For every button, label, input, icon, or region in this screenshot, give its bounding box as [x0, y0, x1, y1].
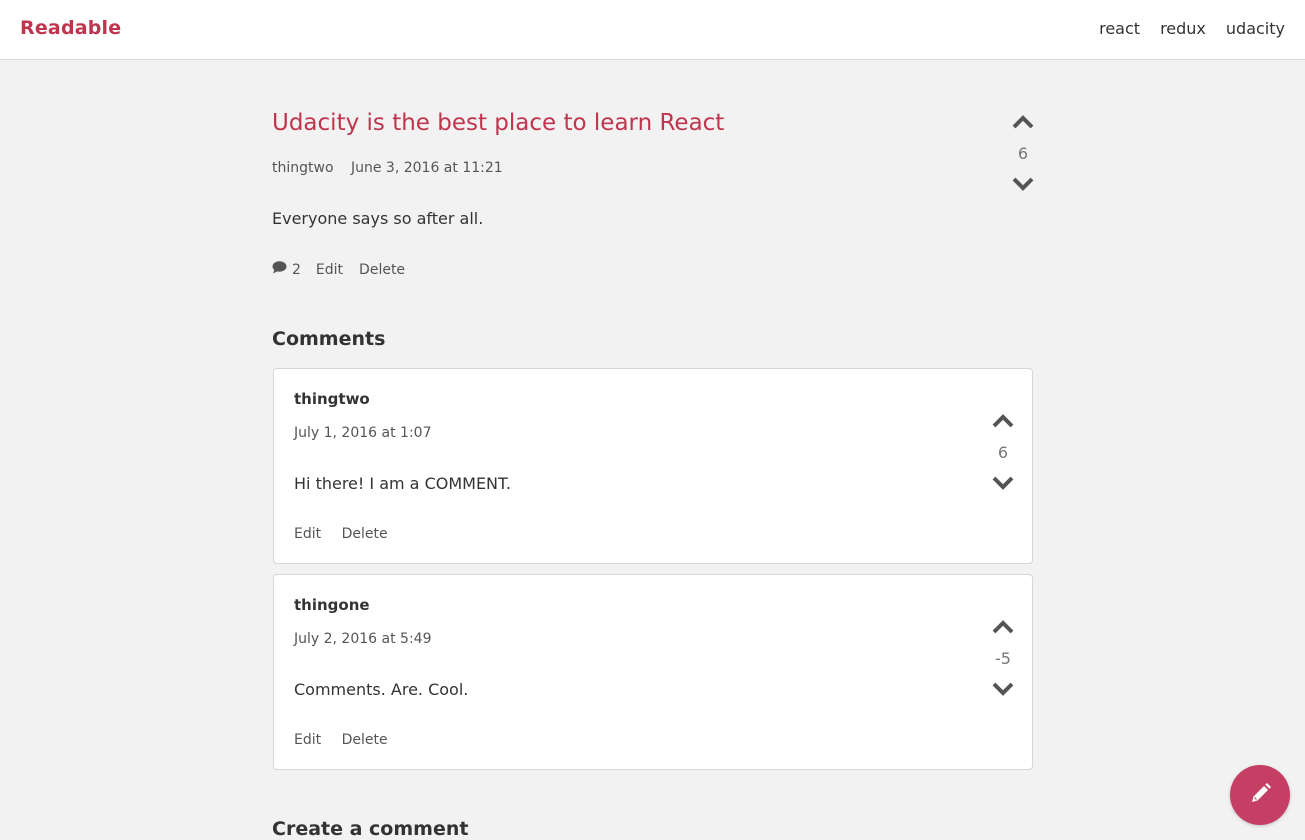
post-vote-score: 6 [1017, 144, 1029, 163]
post-body: Everyone says so after all. [272, 209, 484, 228]
post-detail: Udacity is the best place to learn React… [272, 110, 1033, 280]
comment-downvote-button[interactable] [989, 474, 1017, 494]
comment-vote-score: -5 [995, 649, 1011, 668]
post-voter: 6 [1003, 113, 1043, 195]
nav-link-redux[interactable]: redux [1160, 19, 1206, 38]
nav-link-udacity[interactable]: udacity [1226, 19, 1285, 38]
post-meta: thingtwo June 3, 2016 at 11:21 [272, 160, 503, 176]
comment-bubble-icon [272, 261, 287, 278]
chevron-up-icon [992, 619, 1014, 633]
post-downvote-button[interactable] [1009, 175, 1037, 195]
post-date: June 3, 2016 at 11:21 [350, 160, 503, 176]
comment-count-value: 2 [292, 261, 301, 278]
comment-voter: -5 [983, 618, 1023, 700]
chevron-down-icon [992, 682, 1014, 696]
post-delete-link[interactable]: Delete [359, 262, 405, 278]
comment-card: thingtwo July 1, 2016 at 1:07 Hi there! … [273, 368, 1033, 564]
new-post-fab-button[interactable] [1230, 765, 1290, 825]
comment-delete-link[interactable]: Delete [342, 732, 388, 748]
comment-date: July 2, 2016 at 5:49 [294, 631, 432, 647]
comment-count: 2 [272, 261, 301, 278]
comment-author: thingone [294, 596, 370, 614]
pencil-icon [1247, 781, 1273, 810]
comment-body: Hi there! I am a COMMENT. [294, 474, 511, 493]
create-comment-heading: Create a comment [272, 818, 469, 840]
comment-body: Comments. Are. Cool. [294, 680, 469, 699]
comment-actions: Edit Delete [294, 732, 404, 748]
comment-upvote-button[interactable] [989, 618, 1017, 638]
chevron-down-icon [1012, 177, 1034, 191]
comment-author: thingtwo [294, 390, 370, 408]
comment-edit-link[interactable]: Edit [294, 732, 321, 748]
comment-upvote-button[interactable] [989, 412, 1017, 432]
comments-heading: Comments [272, 328, 386, 350]
nav-link-react[interactable]: react [1099, 19, 1140, 38]
post-title: Udacity is the best place to learn React [272, 110, 725, 136]
comment-delete-link[interactable]: Delete [342, 526, 388, 542]
comment-card: thingone July 2, 2016 at 5:49 Comments. … [273, 574, 1033, 770]
post-actions: 2 Edit Delete [272, 261, 421, 278]
brand-logo-link[interactable]: Readable [20, 17, 121, 39]
chevron-up-icon [1012, 114, 1034, 128]
navbar: Readable react redux udacity [0, 0, 1305, 60]
comment-actions: Edit Delete [294, 526, 404, 542]
post-upvote-button[interactable] [1009, 113, 1037, 133]
post-edit-link[interactable]: Edit [316, 262, 343, 278]
comment-edit-link[interactable]: Edit [294, 526, 321, 542]
post-author: thingtwo [272, 160, 334, 176]
chevron-down-icon [992, 476, 1014, 490]
comment-downvote-button[interactable] [989, 680, 1017, 700]
comment-voter: 6 [983, 412, 1023, 494]
chevron-up-icon [992, 413, 1014, 427]
category-nav: react redux udacity [1099, 19, 1285, 38]
comment-vote-score: 6 [997, 443, 1009, 462]
comment-date: July 1, 2016 at 1:07 [294, 425, 432, 441]
